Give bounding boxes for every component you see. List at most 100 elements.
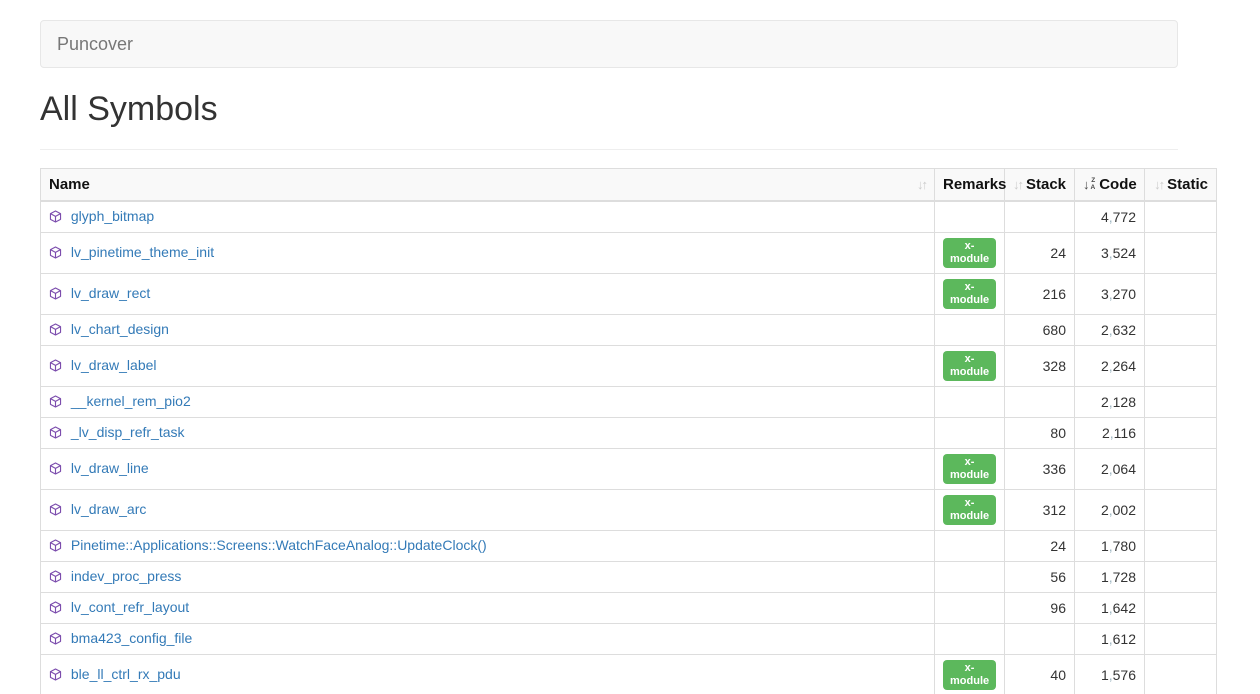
symbol-link[interactable]: lv_draw_label	[71, 357, 157, 373]
static-cell	[1145, 201, 1217, 232]
symbol-cube-icon	[49, 359, 62, 375]
code-cell: 3,270	[1075, 273, 1145, 314]
symbol-link[interactable]: _lv_disp_refr_task	[71, 424, 185, 440]
sort-unsorted-icon: ↓↑	[1013, 178, 1022, 191]
stack-cell: 336	[1005, 448, 1075, 489]
symbol-link[interactable]: indev_proc_press	[71, 568, 182, 584]
static-cell	[1145, 623, 1217, 654]
symbol-link[interactable]: glyph_bitmap	[71, 208, 154, 224]
symbol-link[interactable]: ble_ll_ctrl_rx_pdu	[71, 666, 181, 682]
code-cell: 1,642	[1075, 592, 1145, 623]
name-cell: indev_proc_press	[41, 561, 935, 592]
static-cell	[1145, 489, 1217, 530]
table-row: __kernel_rem_pio2 2,128	[41, 386, 1217, 417]
code-cell: 1,780	[1075, 530, 1145, 561]
sort-unsorted-icon: ↓↑	[917, 178, 926, 191]
static-cell	[1145, 314, 1217, 345]
static-cell	[1145, 232, 1217, 273]
symbol-cube-icon	[49, 570, 62, 586]
x-module-badge: x-module	[943, 454, 996, 484]
column-label-code: Code	[1099, 176, 1137, 193]
symbol-cube-icon	[49, 287, 62, 303]
code-cell: 2,002	[1075, 489, 1145, 530]
stack-cell: 96	[1005, 592, 1075, 623]
symbol-link[interactable]: Pinetime::Applications::Screens::WatchFa…	[71, 537, 487, 553]
name-cell: bma423_config_file	[41, 623, 935, 654]
code-cell: 1,576	[1075, 654, 1145, 694]
stack-cell	[1005, 201, 1075, 232]
static-cell	[1145, 386, 1217, 417]
remarks-cell: x-module	[935, 345, 1005, 386]
remarks-cell	[935, 386, 1005, 417]
x-module-badge: x-module	[943, 238, 996, 268]
table-row: Pinetime::Applications::Screens::WatchFa…	[41, 530, 1217, 561]
name-cell: lv_cont_refr_layout	[41, 592, 935, 623]
remarks-cell: x-module	[935, 273, 1005, 314]
column-header-stack[interactable]: ↓↑ Stack	[1005, 169, 1075, 202]
stack-cell: 216	[1005, 273, 1075, 314]
remarks-cell: x-module	[935, 489, 1005, 530]
symbol-cube-icon	[49, 246, 62, 262]
symbol-link[interactable]: bma423_config_file	[71, 630, 192, 646]
sort-unsorted-icon: ↓↑	[1154, 178, 1163, 191]
column-header-code[interactable]: ↓ZA Code	[1075, 169, 1145, 202]
navbar-brand[interactable]: Puncover	[41, 34, 149, 55]
symbol-link[interactable]: lv_pinetime_theme_init	[71, 244, 214, 260]
code-cell: 2,264	[1075, 345, 1145, 386]
page: Puncover All Symbols Name ↓↑ Remarks	[0, 0, 1260, 694]
static-cell	[1145, 530, 1217, 561]
symbol-cube-icon	[49, 539, 62, 555]
name-cell: lv_draw_label	[41, 345, 935, 386]
column-label-name: Name	[49, 176, 90, 193]
x-module-badge: x-module	[943, 660, 996, 690]
symbol-cube-icon	[49, 503, 62, 519]
symbols-table-header: Name ↓↑ Remarks ↓↑ Stack ↓ZA	[41, 169, 1217, 202]
column-header-name[interactable]: Name ↓↑	[41, 169, 935, 202]
remarks-cell	[935, 530, 1005, 561]
sort-descending-icon: ↓ZA	[1083, 178, 1095, 191]
table-row: lv_draw_rect x-module 216 3,270	[41, 273, 1217, 314]
stack-cell: 328	[1005, 345, 1075, 386]
x-module-badge: x-module	[943, 351, 996, 381]
stack-cell: 80	[1005, 417, 1075, 448]
divider	[40, 149, 1178, 150]
remarks-cell: x-module	[935, 448, 1005, 489]
static-cell	[1145, 273, 1217, 314]
symbol-link[interactable]: lv_draw_arc	[71, 501, 146, 517]
stack-cell: 24	[1005, 530, 1075, 561]
name-cell: lv_chart_design	[41, 314, 935, 345]
code-cell: 1,612	[1075, 623, 1145, 654]
table-row: lv_chart_design 680 2,632	[41, 314, 1217, 345]
code-cell: 3,524	[1075, 232, 1145, 273]
stack-cell: 312	[1005, 489, 1075, 530]
table-row: indev_proc_press 56 1,728	[41, 561, 1217, 592]
symbol-link[interactable]: lv_draw_rect	[71, 285, 150, 301]
remarks-cell: x-module	[935, 232, 1005, 273]
column-label-remarks: Remarks	[943, 176, 1006, 193]
name-cell: __kernel_rem_pio2	[41, 386, 935, 417]
static-cell	[1145, 654, 1217, 694]
table-row: lv_draw_label x-module 328 2,264	[41, 345, 1217, 386]
code-cell: 2,632	[1075, 314, 1145, 345]
symbol-link[interactable]: __kernel_rem_pio2	[71, 393, 191, 409]
symbol-cube-icon	[49, 462, 62, 478]
remarks-cell	[935, 201, 1005, 232]
static-cell	[1145, 345, 1217, 386]
column-label-stack: Stack	[1026, 176, 1066, 193]
static-cell	[1145, 417, 1217, 448]
name-cell: lv_draw_line	[41, 448, 935, 489]
symbol-cube-icon	[49, 426, 62, 442]
column-header-remarks[interactable]: Remarks	[935, 169, 1005, 202]
column-header-static[interactable]: ↓↑ Static	[1145, 169, 1217, 202]
remarks-cell	[935, 417, 1005, 448]
symbol-link[interactable]: lv_cont_refr_layout	[71, 599, 189, 615]
remarks-cell	[935, 623, 1005, 654]
symbol-link[interactable]: lv_chart_design	[71, 321, 169, 337]
table-row: lv_cont_refr_layout 96 1,642	[41, 592, 1217, 623]
symbol-link[interactable]: lv_draw_line	[71, 460, 149, 476]
code-cell: 4,772	[1075, 201, 1145, 232]
stack-cell: 24	[1005, 232, 1075, 273]
table-row: lv_draw_line x-module 336 2,064	[41, 448, 1217, 489]
remarks-cell	[935, 592, 1005, 623]
column-label-static: Static	[1167, 176, 1208, 193]
